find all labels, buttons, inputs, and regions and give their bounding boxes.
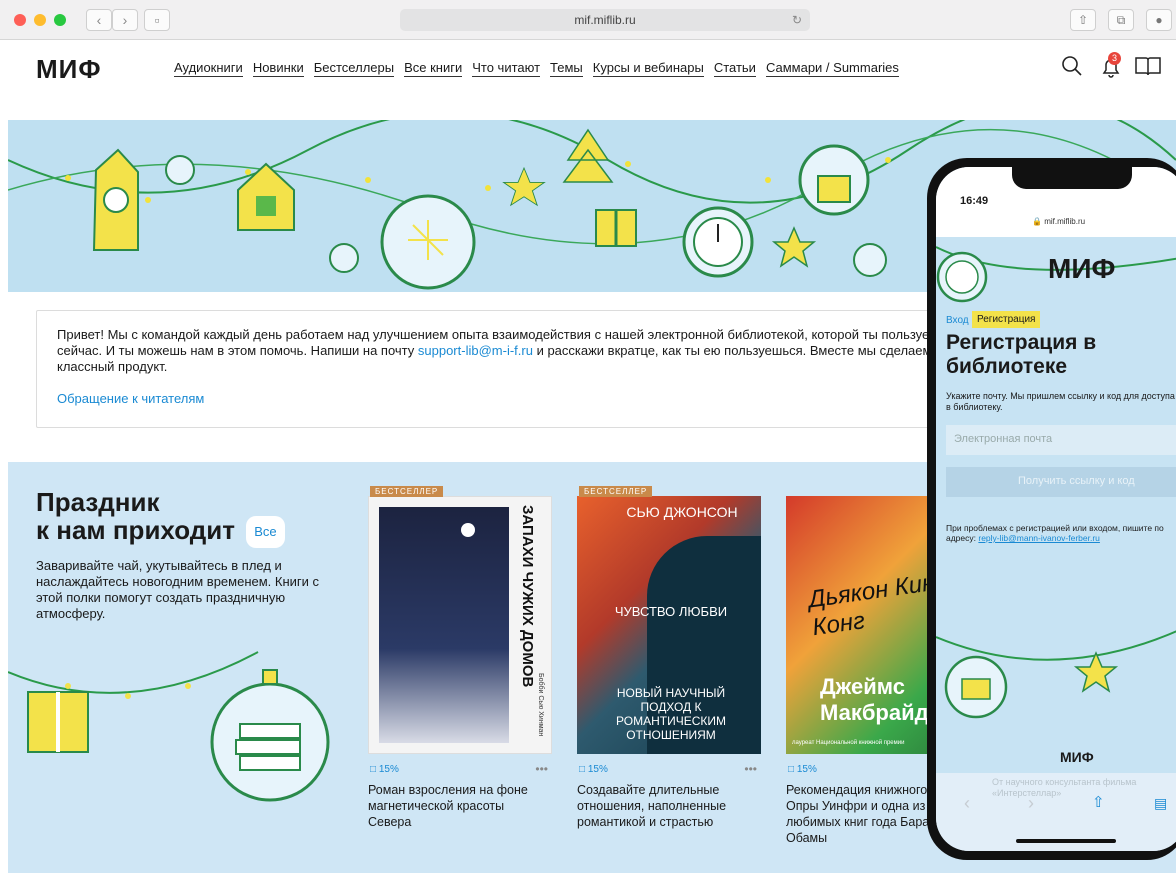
notice-text: Привет! Мы с командой каждый день работа… bbox=[57, 327, 977, 375]
main-nav: Аудиокниги Новинки Бестселлеры Все книги… bbox=[174, 60, 899, 77]
back-button[interactable]: ‹ bbox=[86, 9, 112, 31]
phone-help: При проблемах с регистрацией или входом,… bbox=[946, 523, 1176, 543]
nav-topics[interactable]: Темы bbox=[550, 60, 583, 77]
nav-audiobooks[interactable]: Аудиокниги bbox=[174, 60, 243, 77]
phone-title: Регистрация в библиотеке bbox=[946, 331, 1097, 378]
sidebar-toggle-button[interactable]: ▫ bbox=[144, 9, 170, 31]
phone-notch bbox=[1012, 167, 1132, 189]
tabs-icon: ⧉ bbox=[1116, 13, 1126, 27]
phone-url: 🔒 mif.miflib.ru bbox=[1032, 217, 1085, 226]
url-text: mif.miflib.ru bbox=[574, 13, 636, 27]
progress-value: 15% bbox=[587, 764, 608, 775]
phone-forward-icon[interactable]: › bbox=[1028, 793, 1034, 814]
nav-courses[interactable]: Курсы и вебинары bbox=[592, 60, 704, 77]
shelf-title-line: Праздник bbox=[36, 487, 160, 517]
bookmark-icon: □ bbox=[370, 764, 377, 775]
support-email-link[interactable]: support-lib@m-i-f.ru bbox=[418, 343, 533, 358]
nav-new[interactable]: Новинки bbox=[252, 60, 304, 77]
lock-icon: 🔒 bbox=[1032, 217, 1042, 226]
readers-appeal-link[interactable]: Обращение к читателям bbox=[57, 391, 204, 406]
site-header: МИФ Аудиокниги Новинки Бестселлеры Все к… bbox=[0, 40, 1176, 100]
reading-progress: □ 15% bbox=[788, 764, 817, 775]
phone-time: 16:49 bbox=[960, 195, 989, 207]
notice-box: Привет! Мы с командой каждый день работа… bbox=[36, 310, 996, 428]
shelf-title: Праздник к нам приходит Все bbox=[36, 487, 285, 549]
shelf-title-line: к нам приходит bbox=[36, 515, 235, 545]
progress-value: 15% bbox=[796, 764, 817, 775]
download-icon: ● bbox=[1155, 13, 1163, 27]
search-icon[interactable] bbox=[1060, 54, 1084, 78]
phone-bookmarks-icon[interactable]: ▤ bbox=[1154, 795, 1167, 812]
reading-progress: □ 15% bbox=[579, 764, 608, 775]
tabs-button[interactable]: ⧉ bbox=[1108, 9, 1134, 31]
phone-footer-logo: МИФ bbox=[1060, 749, 1094, 765]
shelf-all-button[interactable]: Все bbox=[246, 516, 285, 549]
browser-window: ‹ › ▫ mif.miflib.ru ↻ ⇧ ⧉ ● МИФ Аудиокни… bbox=[0, 0, 1176, 873]
share-icon: ⇧ bbox=[1077, 13, 1089, 27]
shelf-illustration bbox=[8, 651, 330, 802]
notifications-button[interactable]: 3 bbox=[1098, 52, 1124, 80]
gift-ornament bbox=[595, 209, 637, 247]
sidebar-icon: ▫ bbox=[154, 12, 160, 28]
bestseller-badge: БЕСТСЕЛЛЕР bbox=[579, 486, 653, 497]
phone-submit-button[interactable]: Получить ссылку и код bbox=[946, 467, 1176, 497]
book-icon[interactable] bbox=[1134, 54, 1162, 78]
cover-title: ЧУВСТВО ЛЮБВИ bbox=[614, 604, 728, 619]
phone-screen: 16:49 🔒 mif.miflib.ru МИФ Вход Регистрац… bbox=[936, 167, 1176, 851]
nav-all-books[interactable]: Все книги bbox=[404, 60, 463, 77]
book-description: Роман взросления на фоне магнетической к… bbox=[368, 783, 528, 829]
reload-icon[interactable]: ↻ bbox=[792, 9, 802, 31]
nav-bestsellers[interactable]: Бестселлеры bbox=[313, 60, 395, 77]
phone-footer-text: От научного консультанта фильма «Интерст… bbox=[992, 777, 1137, 798]
minimize-window-button[interactable] bbox=[34, 14, 46, 26]
book-cover[interactable]: ЗАПАХИ ЧУЖИХ ДОМОВ Бобби Сью Хинман bbox=[368, 496, 552, 754]
nav-articles[interactable]: Статьи bbox=[713, 60, 756, 77]
phone-tab-login[interactable]: Вход bbox=[946, 315, 969, 326]
progress-value: 15% bbox=[378, 764, 399, 775]
bookmark-icon: □ bbox=[788, 764, 795, 775]
notification-badge: 3 bbox=[1108, 52, 1121, 65]
bookmark-icon: □ bbox=[579, 764, 586, 775]
cover-author: СЬЮ ДЖОНСОН bbox=[626, 504, 738, 520]
santa-figure bbox=[92, 148, 139, 251]
cover-subtitle: НОВЫЙ НАУЧНЫЙ ПОДХОД К РОМАНТИЧЕСКИМ ОТН… bbox=[616, 686, 726, 742]
phone-mockup: 16:49 🔒 mif.miflib.ru МИФ Вход Регистрац… bbox=[927, 158, 1176, 860]
phone-logo: МИФ bbox=[1048, 253, 1116, 284]
site-logo[interactable]: МИФ bbox=[36, 54, 102, 85]
browser-toolbar: ‹ › ▫ mif.miflib.ru ↻ ⇧ ⧉ ● bbox=[0, 0, 1176, 40]
share-button[interactable]: ⇧ bbox=[1070, 9, 1096, 31]
more-options-icon[interactable]: ••• bbox=[744, 762, 757, 776]
phone-back-icon[interactable]: ‹ bbox=[964, 793, 970, 814]
maximize-window-button[interactable] bbox=[54, 14, 66, 26]
phone-email-input[interactable]: Электронная почта bbox=[946, 425, 1176, 455]
nav-what-read[interactable]: Что читают bbox=[472, 60, 541, 77]
phone-tab-register[interactable]: Регистрация bbox=[972, 311, 1041, 328]
phone-help-email[interactable]: reply-lib@mann-ivanov-ferber.ru bbox=[978, 533, 1100, 543]
phone-home-indicator bbox=[1016, 839, 1116, 843]
nav-summaries[interactable]: Саммари / Summaries bbox=[765, 60, 899, 77]
phone-hint: Укажите почту. Мы пришлем ссылку и код д… bbox=[946, 391, 1175, 412]
cover-title: ЗАПАХИ ЧУЖИХ ДОМОВ bbox=[519, 505, 536, 688]
book-description: Создавайте длительные отношения, наполне… bbox=[577, 783, 727, 829]
cover-author: Бобби Сью Хинман bbox=[537, 673, 544, 737]
book-cover[interactable]: СЬЮ ДЖОНСОН ЧУВСТВО ЛЮБВИ НОВЫЙ НАУЧНЫЙ … bbox=[577, 496, 761, 754]
phone-url-text: mif.miflib.ru bbox=[1044, 217, 1086, 226]
more-options-icon[interactable]: ••• bbox=[535, 762, 548, 776]
reading-progress: □ 15% bbox=[370, 764, 399, 775]
bestseller-badge: БЕСТСЕЛЛЕР bbox=[370, 486, 444, 497]
downloads-button[interactable]: ● bbox=[1146, 9, 1172, 31]
close-window-button[interactable] bbox=[14, 14, 26, 26]
address-bar[interactable]: mif.miflib.ru ↻ bbox=[400, 9, 810, 31]
phone-share-icon[interactable]: ⇧ bbox=[1092, 793, 1105, 811]
forward-button[interactable]: › bbox=[112, 9, 138, 31]
